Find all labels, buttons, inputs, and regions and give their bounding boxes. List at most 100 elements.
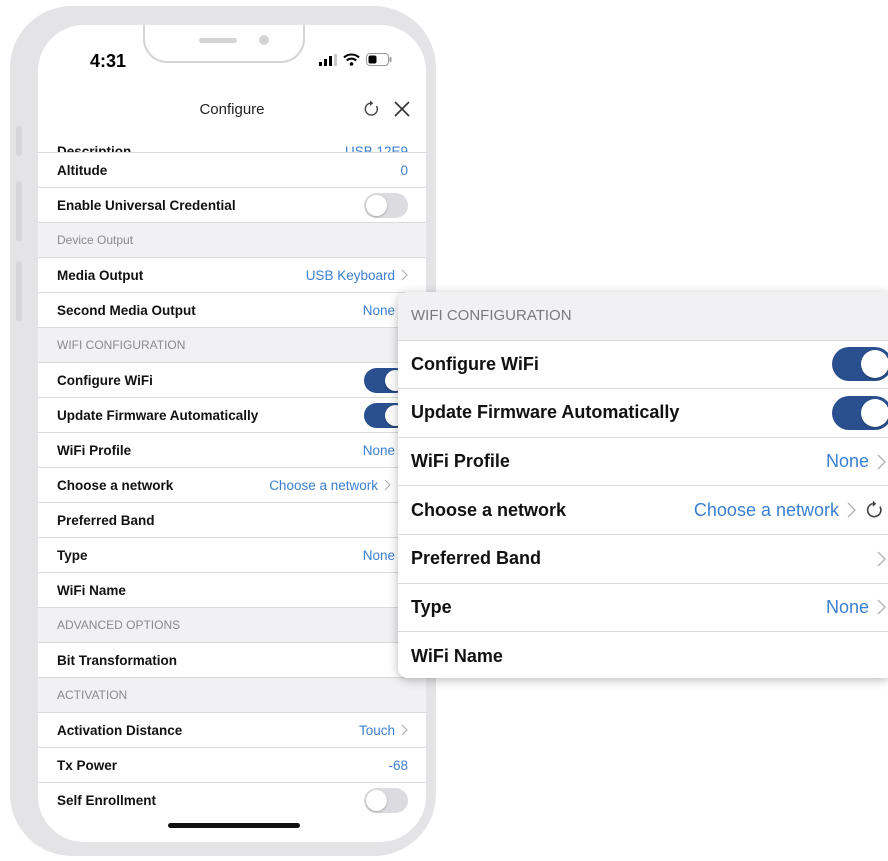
row-value: Choose a network: [693, 499, 839, 520]
row-label: Media Output: [57, 267, 144, 283]
chevron-right-icon: [877, 599, 886, 615]
section-header-advanced-options: ADVANCED OPTIONS: [38, 608, 426, 643]
row-wifi-name[interactable]: WiFi Name: [38, 573, 426, 608]
zoom-update-firmware-toggle[interactable]: [832, 395, 888, 430]
row-label: WiFi Name: [411, 645, 503, 666]
row-trail: Choose a network: [269, 477, 409, 493]
toggle-knob: [366, 194, 387, 216]
zoom-row-configure-wifi: Configure WiFi: [398, 341, 888, 390]
chevron-right-icon: [384, 479, 391, 491]
status-bar: 4:31: [38, 25, 426, 95]
row-label: Tx Power: [57, 757, 118, 773]
row-configure-wifi: Configure WiFi: [38, 363, 426, 398]
chevron-right-icon: [847, 502, 856, 518]
status-icons: [319, 53, 392, 66]
section-header-label: WIFI CONFIGURATION: [57, 338, 186, 352]
row-value: USB Keyboard: [305, 267, 395, 283]
row-update-firmware: Update Firmware Automatically: [38, 398, 426, 433]
row-label: Second Media Output: [57, 302, 196, 318]
section-header-activation: ACTIVATION: [38, 678, 426, 713]
row-type[interactable]: Type None: [38, 538, 426, 573]
zoom-row-wifi-profile[interactable]: WiFi Profile None: [398, 438, 888, 487]
camera: [259, 35, 269, 45]
row-value: None: [825, 596, 869, 617]
phone-side-button: [16, 126, 22, 156]
row-label: Activation Distance: [57, 722, 183, 738]
row-wifi-profile[interactable]: WiFi Profile None: [38, 433, 426, 468]
close-icon[interactable]: [392, 99, 412, 124]
phone-frame: 4:31 Configure Description USB 12E9 Alti…: [10, 6, 436, 856]
row-label: Preferred Band: [411, 548, 542, 569]
zoom-row-preferred-band[interactable]: Preferred Band: [398, 535, 888, 584]
row-label: Altitude: [57, 162, 108, 178]
row-bit-transformation[interactable]: Bit Transformation: [38, 643, 426, 678]
row-activation-distance[interactable]: Activation Distance Touch: [38, 713, 426, 748]
row-description[interactable]: Description USB 12E9: [38, 127, 426, 153]
chevron-right-icon: [401, 269, 408, 281]
row-label: Bit Transformation: [57, 652, 178, 668]
refresh-network-icon[interactable]: [864, 499, 886, 521]
row-value: None: [825, 451, 869, 472]
row-label: Description: [57, 144, 132, 153]
row-label: Configure WiFi: [57, 372, 153, 388]
row-value: 0: [400, 162, 408, 178]
speaker: [199, 38, 237, 43]
row-value: Touch: [358, 722, 395, 738]
row-label: Self Enrollment: [57, 793, 157, 808]
row-label: Update Firmware Automatically: [57, 407, 259, 423]
nav-bar: Configure: [38, 95, 426, 127]
section-header-label: ADVANCED OPTIONS: [57, 618, 181, 632]
row-value: Choose a network: [269, 477, 378, 493]
section-header-label: ACTIVATION: [57, 688, 128, 702]
section-header-label: WIFI CONFIGURATION: [411, 307, 572, 325]
row-value: USB 12E9: [344, 144, 408, 153]
row-enable-universal-credential: Enable Universal Credential: [38, 188, 426, 223]
row-preferred-band[interactable]: Preferred Band: [38, 503, 426, 538]
chevron-right-icon: [401, 724, 408, 736]
row-trail: Touch: [359, 723, 408, 738]
toggle-knob: [861, 350, 888, 379]
section-header-label: Device Output: [57, 233, 134, 247]
chevron-right-icon: [877, 551, 886, 567]
refresh-icon[interactable]: [362, 99, 382, 124]
zoom-row-type[interactable]: Type None: [398, 584, 888, 633]
row-label: Configure WiFi: [411, 353, 539, 374]
row-altitude[interactable]: Altitude 0: [38, 153, 426, 188]
row-choose-network[interactable]: Choose a network Choose a network: [38, 468, 426, 503]
wifi-zoom-panel: WIFI CONFIGURATION Configure WiFi Update…: [398, 292, 888, 678]
row-trail: USB Keyboard: [306, 268, 408, 283]
row-value: None: [362, 302, 395, 318]
row-label: Choose a network: [411, 499, 567, 520]
row-label: Update Firmware Automatically: [411, 402, 680, 423]
home-indicator[interactable]: [168, 823, 300, 828]
universal-credential-toggle[interactable]: [364, 192, 408, 218]
row-self-enrollment: Self Enrollment: [38, 783, 426, 818]
wifi-icon: [343, 53, 360, 66]
row-label: Type: [411, 596, 452, 617]
zoom-row-wifi-name[interactable]: WiFi Name: [398, 632, 888, 678]
self-enrollment-toggle[interactable]: [364, 788, 408, 813]
row-label: WiFi Name: [57, 582, 126, 598]
row-label: WiFi Profile: [411, 451, 510, 472]
row-value: None: [362, 547, 395, 563]
zoom-section-header: WIFI CONFIGURATION: [398, 292, 888, 341]
row-label: Choose a network: [57, 477, 174, 493]
toggle-knob: [861, 398, 888, 427]
section-header-wifi: WIFI CONFIGURATION: [38, 328, 426, 363]
row-tx-power[interactable]: Tx Power -68: [38, 748, 426, 783]
settings-list: Description USB 12E9 Altitude 0 Enable U…: [38, 127, 426, 818]
notch: [143, 25, 305, 63]
row-label: Preferred Band: [57, 512, 155, 528]
section-header-device-output: Device Output: [38, 223, 426, 258]
row-label: Type: [57, 547, 88, 563]
chevron-right-icon: [877, 454, 886, 470]
phone-volume-up: [16, 181, 22, 241]
toggle-knob: [366, 790, 387, 811]
phone-screen: 4:31 Configure Description USB 12E9 Alti…: [38, 25, 426, 842]
row-media-output[interactable]: Media Output USB Keyboard: [38, 258, 426, 293]
row-second-media-output[interactable]: Second Media Output None: [38, 293, 426, 328]
zoom-row-choose-network[interactable]: Choose a network Choose a network: [398, 486, 888, 535]
zoom-configure-wifi-toggle[interactable]: [832, 347, 888, 382]
row-label: Enable Universal Credential: [57, 197, 236, 213]
row-label: WiFi Profile: [57, 442, 132, 458]
